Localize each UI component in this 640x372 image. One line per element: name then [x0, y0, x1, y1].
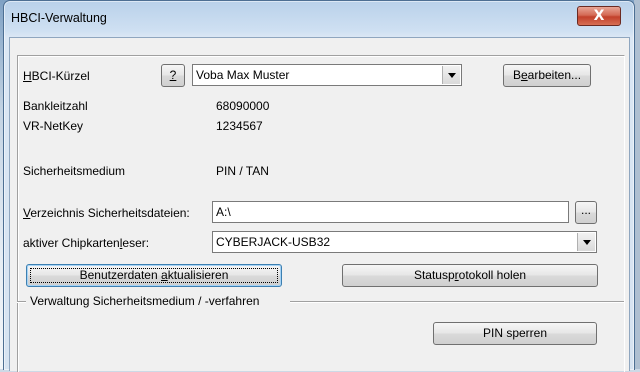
chevron-down-icon[interactable] — [577, 233, 595, 251]
update-userdata-button[interactable]: Benutzerdaten aktualisieren — [26, 264, 282, 287]
hbci-combo[interactable]: Voba Max Muster — [192, 64, 462, 86]
edit-button[interactable]: Bearbeiten... — [503, 64, 591, 87]
directory-input[interactable]: A:\ — [212, 201, 569, 223]
directory-input-value: A:\ — [216, 205, 231, 219]
close-button[interactable]: X — [577, 6, 621, 26]
status-protocol-button[interactable]: Statusprotokoll holen — [342, 264, 598, 287]
close-icon: X — [593, 8, 605, 24]
chip-reader-value: CYBERJACK-USB32 — [216, 235, 331, 249]
hbci-label: HBCI-Kürzel — [23, 69, 90, 83]
vr-netkey-value: 1234567 — [216, 119, 263, 133]
browse-button[interactable]: ... — [575, 201, 597, 224]
window-title: HBCI-Verwaltung — [11, 11, 107, 25]
main-panel: HBCI-Kürzel ? Voba Max Muster Bearbeiten… — [17, 55, 625, 372]
hbci-combo-value: Voba Max Muster — [196, 68, 290, 82]
focus-ring — [30, 268, 278, 283]
title-bar[interactable]: HBCI-Verwaltung X — [4, 1, 634, 35]
blz-label: Bankleitzahl — [23, 99, 88, 113]
chevron-down-icon[interactable] — [442, 66, 460, 84]
help-button[interactable]: ? — [161, 64, 185, 87]
vr-netkey-label: VR-NetKey — [23, 119, 84, 133]
group-line-right — [290, 301, 624, 303]
chip-reader-combo[interactable]: CYBERJACK-USB32 — [212, 231, 597, 253]
chip-reader-label: aktiver Chipkartenleser: — [23, 236, 150, 250]
dialog-client-area: HBCI-Kürzel ? Voba Max Muster Bearbeiten… — [9, 37, 630, 372]
pin-lock-button[interactable]: PIN sperren — [433, 322, 597, 345]
security-medium-label: Sicherheitsmedium — [23, 164, 126, 178]
dialog-window: HBCI-Verwaltung X HBCI-Kürzel ? Voba Max… — [3, 0, 635, 372]
group-line-left — [17, 301, 26, 303]
group-title: Verwaltung Sicherheitsmedium / -verfahre… — [30, 294, 260, 308]
directory-label: Verzeichnis Sicherheitsdateien: — [23, 206, 190, 220]
security-medium-value: PIN / TAN — [216, 164, 269, 178]
blz-value: 68090000 — [216, 99, 270, 113]
